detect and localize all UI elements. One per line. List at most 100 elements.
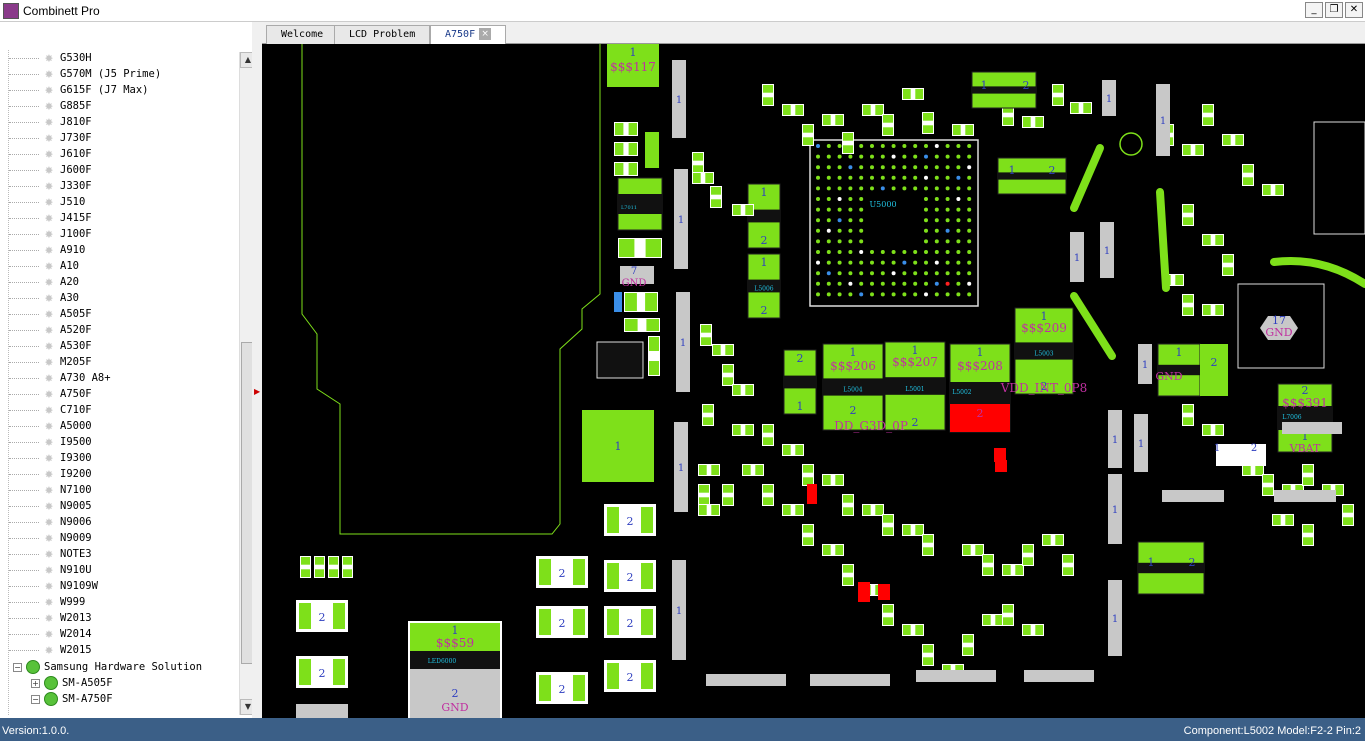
pin-label[interactable]: 1 <box>1074 253 1080 264</box>
smd-pad[interactable] <box>315 569 324 577</box>
smd-pad[interactable] <box>723 377 733 385</box>
smd-pad[interactable] <box>607 663 619 689</box>
smd-pad[interactable] <box>333 659 345 685</box>
smd-pad[interactable] <box>923 645 933 653</box>
gray-component[interactable] <box>296 704 348 718</box>
smd-pad[interactable] <box>625 319 638 331</box>
tree-item-model[interactable]: ✸ N9009 <box>9 530 92 546</box>
tree-item-model[interactable]: ✸ J330F <box>9 178 92 194</box>
smd-pad[interactable] <box>1003 117 1013 125</box>
tree-item-model[interactable]: ✸ A530F <box>9 338 92 354</box>
tree-item-model[interactable]: ✸ A30 <box>9 290 79 306</box>
trace[interactable] <box>1070 144 1104 212</box>
highlighted-pin[interactable] <box>995 460 1007 472</box>
smd-pad[interactable] <box>915 525 923 535</box>
smd-pad[interactable] <box>699 465 707 475</box>
smd-pad[interactable] <box>725 345 733 355</box>
smd-pad[interactable] <box>723 497 733 505</box>
tree-item-model[interactable]: ✸ A10 <box>9 258 79 274</box>
component-body[interactable] <box>618 194 662 214</box>
smd-pad[interactable] <box>1035 117 1043 127</box>
smd-pad[interactable] <box>1183 217 1193 225</box>
smd-pad[interactable] <box>823 475 831 485</box>
collapse-arrow-icon[interactable]: ▶ <box>254 387 260 396</box>
smd-pad[interactable] <box>711 199 721 207</box>
smd-pad[interactable] <box>1035 625 1043 635</box>
smd-pad[interactable] <box>803 537 813 545</box>
gray-bar[interactable] <box>1024 670 1094 682</box>
smd-pad[interactable] <box>903 89 911 99</box>
smd-pad[interactable] <box>835 115 843 125</box>
expand-icon[interactable]: + <box>31 678 40 688</box>
tree-item-model[interactable]: ✸ A5000 <box>9 418 92 434</box>
smd-pad[interactable] <box>711 505 719 515</box>
pin-label[interactable]: 1 <box>1138 439 1144 450</box>
smd-pad[interactable] <box>1015 565 1023 575</box>
smd-pad[interactable] <box>1243 465 1251 475</box>
smd-pad[interactable] <box>649 361 659 375</box>
smd-pad[interactable] <box>1335 485 1343 495</box>
smd-pad[interactable] <box>803 125 813 133</box>
tree-item-model[interactable]: ✸ J730F <box>9 130 92 146</box>
pin-label[interactable]: 2 <box>559 683 566 696</box>
pin-label[interactable]: 2 <box>559 567 566 580</box>
smd-pad[interactable] <box>299 659 311 685</box>
pin-label[interactable]: 2 <box>627 671 634 684</box>
pin-label[interactable]: 1 <box>680 338 686 349</box>
pin-label[interactable]: 1 <box>615 440 622 453</box>
smd-pad[interactable] <box>835 475 843 485</box>
smd-pad[interactable] <box>755 465 763 475</box>
smd-pad[interactable] <box>693 165 703 173</box>
panel-splitter[interactable]: ▶ <box>252 22 260 718</box>
smd-pad[interactable] <box>923 113 933 121</box>
ref-designator[interactable]: L5004 <box>843 387 862 394</box>
pin-label[interactable]: 2 <box>559 617 566 630</box>
smd-pad[interactable] <box>823 115 831 125</box>
pcb-canvas[interactable]: 1$$$117L70117GND1111112222222221$$$59LED… <box>262 44 1365 718</box>
ref-designator[interactable]: L5001 <box>905 386 924 393</box>
smd-pad[interactable] <box>733 385 741 395</box>
smd-pad[interactable] <box>1255 465 1263 475</box>
smd-pad[interactable] <box>835 545 843 555</box>
trace[interactable] <box>1070 292 1116 360</box>
tree-item-model[interactable]: ✸ A910 <box>9 242 85 258</box>
pin-label[interactable]: 2 <box>850 404 857 417</box>
collapse-icon[interactable]: − <box>13 662 22 672</box>
ref-designator[interactable]: L5003 <box>1034 351 1053 358</box>
smd-pad[interactable] <box>1223 135 1231 145</box>
tree-item-model[interactable]: ✸ A730 A8+ <box>9 370 111 386</box>
smd-pad[interactable] <box>1003 565 1011 575</box>
smd-pad[interactable] <box>343 557 352 565</box>
net-label[interactable]: GND <box>1265 326 1292 339</box>
smd-pad[interactable] <box>625 293 637 311</box>
gray-bar[interactable] <box>706 674 786 686</box>
pin-label[interactable]: 1 <box>676 95 682 106</box>
smd-pad[interactable] <box>1303 465 1313 473</box>
smd-pad[interactable] <box>783 445 791 455</box>
tree-item-model[interactable]: ✸ N9109W <box>9 578 98 594</box>
tree-item-model[interactable]: ✸ A750F <box>9 386 92 402</box>
pin-label[interactable]: 1 <box>1176 346 1183 359</box>
smd-pad[interactable] <box>1215 235 1223 245</box>
tree-item-model[interactable]: ✸ M205F <box>9 354 92 370</box>
smd-pad[interactable] <box>883 617 893 625</box>
smd-pad[interactable] <box>763 425 773 433</box>
smd-pad[interactable] <box>883 527 893 535</box>
tree-subitem[interactable]: + SM-A505F <box>31 675 113 691</box>
smd-pad[interactable] <box>763 437 773 445</box>
smd-pad[interactable] <box>1083 103 1091 113</box>
smd-pad[interactable] <box>1023 625 1031 635</box>
smd-pad[interactable] <box>711 187 721 195</box>
ref-designator[interactable]: L7011 <box>621 205 637 211</box>
smd-pad[interactable] <box>645 132 659 168</box>
smd-pad[interactable] <box>795 105 803 115</box>
smd-pad[interactable] <box>1263 487 1273 495</box>
smd-pad[interactable] <box>539 609 551 635</box>
smd-pad[interactable] <box>299 603 311 629</box>
tree-item-model[interactable]: ✸ I9300 <box>9 450 92 466</box>
smd-pad[interactable] <box>301 557 310 565</box>
smd-pad[interactable] <box>1303 537 1313 545</box>
smd-pad[interactable] <box>915 89 923 99</box>
pin-label[interactable]: 1 <box>1112 505 1118 516</box>
smd-pad[interactable] <box>1215 425 1223 435</box>
